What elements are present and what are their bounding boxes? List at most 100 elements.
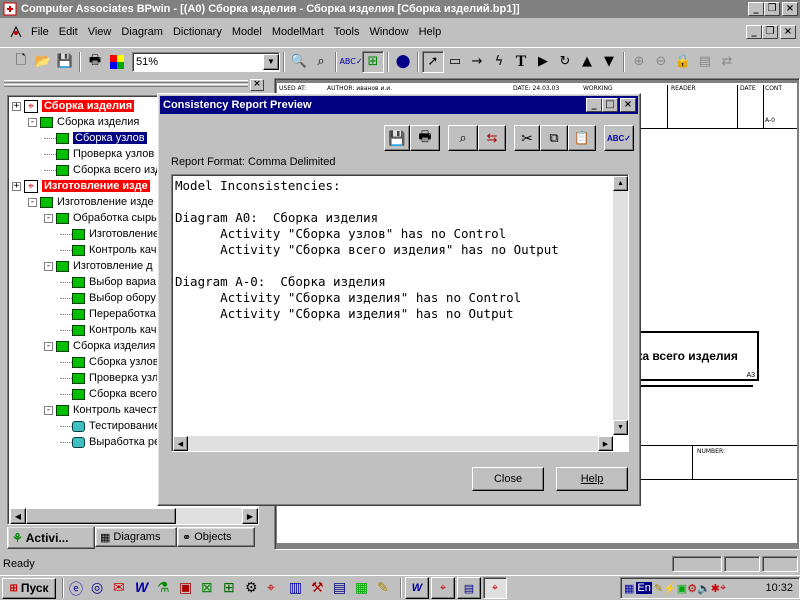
dialog-close-icon[interactable]: ×: [620, 98, 636, 112]
word-icon[interactable]: W: [135, 579, 153, 597]
pointer-tool-icon[interactable]: ➚: [422, 50, 444, 73]
tree-node[interactable]: Сборка узлов: [60, 354, 159, 370]
modelmart-icon[interactable]: ⬤: [392, 51, 414, 73]
tab-diagrams[interactable]: ▦ Diagrams: [95, 527, 177, 547]
excel-icon[interactable]: ⊠: [201, 579, 219, 597]
arrow-tool-icon[interactable]: →: [466, 51, 488, 73]
expand-toggle-icon[interactable]: +: [12, 101, 21, 111]
expand-toggle-icon[interactable]: +: [12, 181, 21, 191]
task-books[interactable]: ▤: [457, 577, 481, 599]
tree-node[interactable]: Проверка узлов: [44, 146, 154, 162]
squiggle-tool-icon[interactable]: ϟ: [488, 51, 510, 73]
language-indicator[interactable]: En: [636, 582, 652, 594]
tree-node[interactable]: Выбор вариа: [60, 274, 156, 290]
go-sibling-icon[interactable]: ↻: [554, 51, 576, 73]
tray-icon-3[interactable]: ✎: [654, 582, 663, 595]
report-scroll-up-icon[interactable]: ▲: [613, 176, 628, 191]
tree-node[interactable]: Выбор обору: [60, 290, 156, 306]
tree-node[interactable]: + ⌖ Изготовление изде: [12, 178, 150, 194]
report-scroll-right-icon[interactable]: ▶: [598, 436, 613, 451]
tree-node[interactable]: Сборка всего изд: [44, 162, 161, 178]
task-bpwin-active[interactable]: ⌖: [483, 577, 507, 599]
cut-icon[interactable]: ✂: [514, 125, 540, 151]
books-icon[interactable]: ▤: [333, 579, 351, 597]
outlook-icon[interactable]: ◎: [91, 579, 109, 597]
doc-minimize-icon[interactable]: _: [746, 25, 762, 39]
expand-toggle-icon[interactable]: -: [44, 341, 53, 351]
text-tool-icon[interactable]: T: [510, 51, 532, 73]
bpwin-quick-icon[interactable]: ⌖: [267, 579, 285, 597]
spellcheck-report-icon[interactable]: ABC✓: [604, 125, 634, 151]
dialog-maximize-icon[interactable]: □: [602, 98, 618, 112]
tree-node[interactable]: Переработка: [60, 306, 156, 322]
tree-node[interactable]: Тестирование: [60, 418, 160, 434]
app5-icon[interactable]: ⚗: [157, 579, 175, 597]
help-button[interactable]: Help: [556, 467, 628, 491]
task-word[interactable]: W: [405, 577, 429, 599]
tree-node[interactable]: Контроль кач: [60, 322, 157, 338]
tree-node[interactable]: - Изготовление изде: [28, 194, 154, 210]
tree-scroll-thumb[interactable]: [26, 508, 176, 524]
tree-node[interactable]: Контроль кач: [60, 242, 157, 258]
tray-icon-4[interactable]: ⚡: [663, 582, 677, 595]
zoom-select[interactable]: 51% ▼: [132, 51, 280, 72]
save-report-icon[interactable]: 💾: [384, 125, 410, 151]
panel-close-icon[interactable]: ×: [250, 79, 264, 91]
dialog-minimize-icon[interactable]: _: [586, 98, 602, 112]
app9-icon[interactable]: ⚙: [245, 579, 263, 597]
new-icon[interactable]: 🗋: [10, 51, 32, 73]
copy-icon[interactable]: ⧉: [540, 125, 568, 151]
zoom-fit-icon[interactable]: ⌕: [310, 51, 332, 73]
doc-close-icon[interactable]: ×: [780, 25, 796, 39]
volume-icon[interactable]: 🔈: [697, 582, 711, 595]
go-child-icon[interactable]: ▶: [532, 51, 554, 73]
tree-node[interactable]: Сборка узлов: [44, 130, 147, 146]
spellcheck-icon[interactable]: ABC✓: [339, 51, 362, 73]
app14-icon[interactable]: ▦: [355, 579, 373, 597]
expand-toggle-icon[interactable]: -: [44, 213, 53, 223]
start-button[interactable]: ⊞ Пуск: [2, 577, 56, 599]
report-content[interactable]: Model Inconsistencies: Diagram A0: Сборка…: [175, 178, 611, 433]
menu-diagram[interactable]: Diagram: [116, 23, 168, 41]
menu-dictionary[interactable]: Dictionary: [168, 23, 227, 41]
doc-restore-icon[interactable]: ❐: [762, 25, 778, 39]
go-parent-icon[interactable]: ▲: [576, 51, 598, 73]
tab-objects[interactable]: ⚭ Objects: [177, 527, 255, 547]
tree-node[interactable]: Выработка ре: [60, 434, 160, 450]
open-icon[interactable]: 📂: [32, 51, 54, 73]
tree-scroll-right-icon[interactable]: ▶: [242, 508, 258, 524]
expand-toggle-icon[interactable]: -: [28, 197, 37, 207]
save-icon[interactable]: 💾: [54, 51, 76, 73]
tab-activities[interactable]: ⚘ Activi...: [7, 527, 95, 549]
mail-icon[interactable]: ✉: [113, 579, 131, 597]
menu-modelmart[interactable]: ModelMart: [267, 23, 329, 41]
color-icon[interactable]: [106, 51, 128, 73]
powerpoint-icon[interactable]: ▣: [179, 579, 197, 597]
expand-toggle-icon[interactable]: -: [44, 405, 53, 415]
report-scroll-down-icon[interactable]: ▼: [613, 420, 628, 435]
tray-icon-6[interactable]: ⚙: [687, 582, 697, 595]
expand-toggle-icon[interactable]: -: [44, 261, 53, 271]
paste-icon[interactable]: 📋: [568, 125, 596, 151]
report-scroll-left-icon[interactable]: ◀: [173, 436, 188, 451]
tree-node[interactable]: - Сборка изделия: [44, 338, 155, 354]
tree-node[interactable]: - Изготовление д: [44, 258, 153, 274]
restore-icon[interactable]: ❐: [764, 2, 780, 16]
tree-node[interactable]: Проверка узл: [60, 370, 158, 386]
tree-scroll-left-icon[interactable]: ◀: [10, 508, 26, 524]
find-replace-icon[interactable]: ⇆: [478, 125, 506, 151]
tray-icon-8[interactable]: ✱: [711, 582, 720, 595]
zoom-in-icon[interactable]: 🔍: [288, 51, 310, 73]
menu-help[interactable]: Help: [414, 23, 447, 41]
document-icon[interactable]: [8, 24, 24, 40]
menu-window[interactable]: Window: [364, 23, 413, 41]
print-icon[interactable]: 🖶: [84, 51, 106, 73]
tray-icon-9[interactable]: ⌖: [720, 582, 726, 595]
app8-icon[interactable]: ⊞: [223, 579, 241, 597]
tree-node[interactable]: - Сборка изделия: [28, 114, 139, 130]
report-text-area[interactable]: Model Inconsistencies: Diagram A0: Сборка…: [171, 174, 629, 452]
menu-view[interactable]: View: [83, 23, 117, 41]
task-bpwin[interactable]: ⌖: [431, 577, 455, 599]
chevron-down-icon[interactable]: ▼: [263, 53, 279, 70]
minimize-icon[interactable]: _: [748, 2, 764, 16]
